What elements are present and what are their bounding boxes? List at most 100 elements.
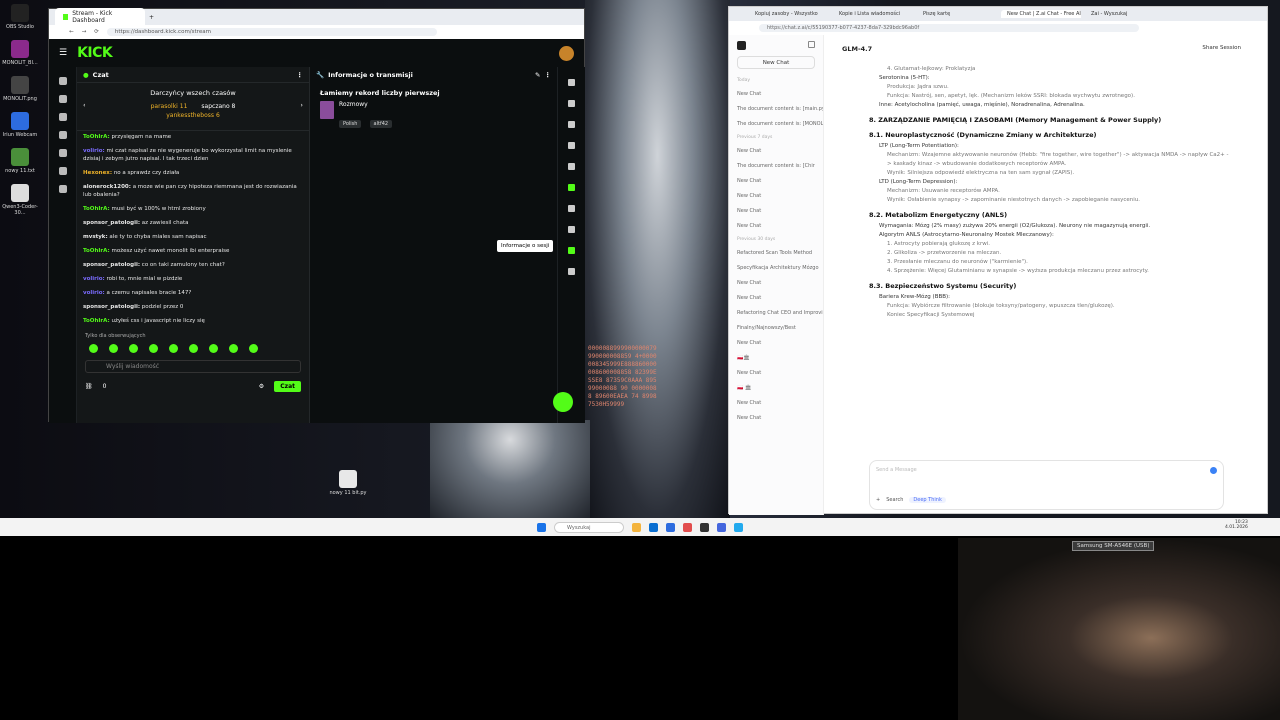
share-session-button[interactable]: Share Session — [1202, 45, 1241, 51]
emote-icon[interactable] — [109, 344, 118, 353]
nav-settings-icon[interactable] — [58, 185, 67, 193]
chat-username[interactable]: volirio: — [83, 290, 105, 296]
desktop-icon[interactable]: MONOLIT_BI... — [0, 40, 40, 66]
chat-history-item[interactable]: New Chat — [729, 396, 823, 411]
chat-username[interactable]: sponsor_patologii: — [83, 262, 140, 268]
nav-stream-icon[interactable] — [58, 95, 67, 103]
share-icon[interactable] — [568, 268, 575, 275]
desktop-icon[interactable]: MONOLIT.png — [0, 76, 40, 102]
chat-username[interactable]: ToOhIrA: — [83, 206, 110, 212]
nav-tools-icon[interactable] — [58, 167, 67, 175]
emote-icon[interactable] — [169, 344, 178, 353]
session-info-icon[interactable] — [568, 205, 575, 212]
chat-username[interactable]: volirio: — [83, 276, 105, 282]
document-icon[interactable] — [568, 163, 575, 170]
lightning-icon[interactable] — [568, 142, 575, 149]
next-arrow-icon[interactable]: › — [300, 101, 303, 109]
send-icon[interactable] — [1210, 467, 1217, 474]
help-fab-icon[interactable] — [553, 392, 573, 412]
desktop-icon[interactable]: nowy 11.txt — [0, 148, 40, 174]
store-icon[interactable] — [649, 522, 658, 532]
info-icon[interactable] — [568, 79, 575, 86]
link-icon[interactable]: ⛓ — [85, 383, 93, 390]
browser-icon[interactable] — [666, 522, 675, 532]
desktop-file-icon[interactable]: nowy 11 bit.py — [328, 470, 368, 496]
search-button[interactable]: Search — [886, 497, 903, 503]
chat-username[interactable]: sponsor_patologii: — [83, 304, 140, 310]
chat-history-item[interactable]: Finalny/Najnowszy/Best — [729, 321, 823, 336]
zai-logo-icon[interactable] — [737, 41, 746, 50]
chat-history-item[interactable]: New Chat — [729, 411, 823, 426]
chat-history-item[interactable]: New Chat — [729, 144, 823, 159]
add-icon[interactable]: + — [876, 497, 880, 503]
chat-history-item[interactable]: New Chat — [729, 276, 823, 291]
chat-username[interactable]: ToOhIrA: — [83, 318, 110, 324]
send-chat-button[interactable]: Czat — [274, 381, 301, 392]
chat-settings-icon[interactable]: ⚙ — [259, 383, 264, 390]
nav-trophy-icon[interactable] — [58, 113, 67, 121]
file-explorer-icon[interactable] — [632, 522, 641, 532]
browser-tab-active[interactable]: New Chat | Z.ai Chat - Free AI po — [1001, 10, 1081, 18]
emote-icon[interactable] — [129, 344, 138, 353]
chrome-icon[interactable] — [683, 522, 692, 532]
emote-icon[interactable] — [209, 344, 218, 353]
tools-icon[interactable] — [568, 247, 575, 254]
deep-think-button[interactable]: Deep Think — [909, 497, 946, 503]
tab-kick-dashboard[interactable]: Stream - Kick Dashboard — [55, 8, 145, 26]
obs-taskbar-icon[interactable] — [700, 522, 709, 532]
chat-history-item[interactable]: New Chat — [729, 291, 823, 306]
start-icon[interactable] — [537, 522, 546, 532]
emote-icon[interactable] — [189, 344, 198, 353]
message-input[interactable]: Send a Message — [876, 467, 1217, 473]
layout-icon[interactable] — [568, 226, 575, 233]
desktop-icon[interactable]: Qwen3-Coder-30... — [0, 184, 40, 216]
app-icon[interactable] — [734, 522, 743, 532]
nav-camera-icon[interactable] — [58, 149, 67, 157]
nav-upload-icon[interactable] — [58, 131, 67, 139]
browser-tab[interactable]: Piszę kartę — [917, 10, 997, 18]
chat-username[interactable]: sponsor_patologii: — [83, 220, 140, 226]
more-icon[interactable]: ⋮ — [297, 71, 304, 79]
chat-history-item[interactable]: New Chat — [729, 189, 823, 204]
taskbar-search[interactable]: Wyszukaj — [554, 521, 624, 533]
url-input[interactable]: https://chat.z.ai/c/55190377-b077-4237-8… — [759, 24, 1139, 32]
emote-icon[interactable] — [89, 344, 98, 353]
chat-history-item[interactable]: New Chat — [729, 204, 823, 219]
new-chat-button[interactable]: New Chat — [737, 56, 815, 69]
desktop-icon[interactable]: Iriun Webcam — [0, 112, 40, 138]
chat-history-item[interactable]: The document content is: [MONOLI — [729, 117, 823, 132]
chat-history-item[interactable]: New Chat — [729, 87, 823, 102]
collapse-sidebar-icon[interactable] — [808, 41, 815, 48]
forward-icon[interactable]: → — [82, 29, 87, 35]
chat-history-item[interactable]: 🇵🇱🏛 — [729, 351, 823, 366]
model-selector[interactable]: GLM-4.7 — [842, 45, 872, 53]
chat-username[interactable]: ToOhIrA: — [83, 134, 110, 140]
new-tab-icon[interactable]: + — [149, 14, 154, 21]
reload-icon[interactable]: ⟳ — [94, 29, 99, 35]
crosshair-icon[interactable] — [568, 121, 575, 128]
browser-tab[interactable]: Zai - Wyszukaj — [1085, 10, 1165, 18]
chat-message-input[interactable]: Wyślij wiadomość — [85, 360, 301, 373]
chat-history-item[interactable]: The document content is: [Chir — [729, 159, 823, 174]
chat-history-item[interactable]: Specyfikacja Architektury Mózgo — [729, 261, 823, 276]
avatar[interactable] — [559, 45, 574, 61]
chat-history-item[interactable]: Refactoring Chat CEO and Improving — [729, 306, 823, 321]
more-icon[interactable]: ⋮ — [545, 71, 552, 79]
emote-icon[interactable] — [229, 344, 238, 353]
emote-icon[interactable] — [249, 344, 258, 353]
chat-history-item[interactable]: New Chat — [729, 219, 823, 234]
chat-history-item[interactable]: The document content is: [main.py: — [729, 102, 823, 117]
system-clock[interactable]: 10:23 4.01.2026 — [1225, 520, 1248, 530]
chat-username[interactable]: Hexonex: — [83, 170, 112, 176]
kick-logo[interactable]: KICK — [77, 45, 113, 61]
browser-tab[interactable]: Kopie i Lista wiadomości — [833, 10, 913, 18]
browser-tab[interactable]: Kopiuj zasoby - Wszystko — [749, 10, 829, 18]
app-icon[interactable] — [717, 522, 726, 532]
menu-icon[interactable]: ☰ — [59, 48, 67, 58]
chat-history-item[interactable]: 🇵🇱 🏛 — [729, 381, 823, 396]
chat-history-item[interactable]: New Chat — [729, 336, 823, 351]
url-input[interactable]: https://dashboard.kick.com/stream — [106, 28, 437, 36]
chat-username[interactable]: alonerock1200: — [83, 184, 131, 190]
chat-history-item[interactable]: Refactored Scan Tools Method — [729, 246, 823, 261]
chat-toggle-icon[interactable] — [568, 184, 575, 191]
